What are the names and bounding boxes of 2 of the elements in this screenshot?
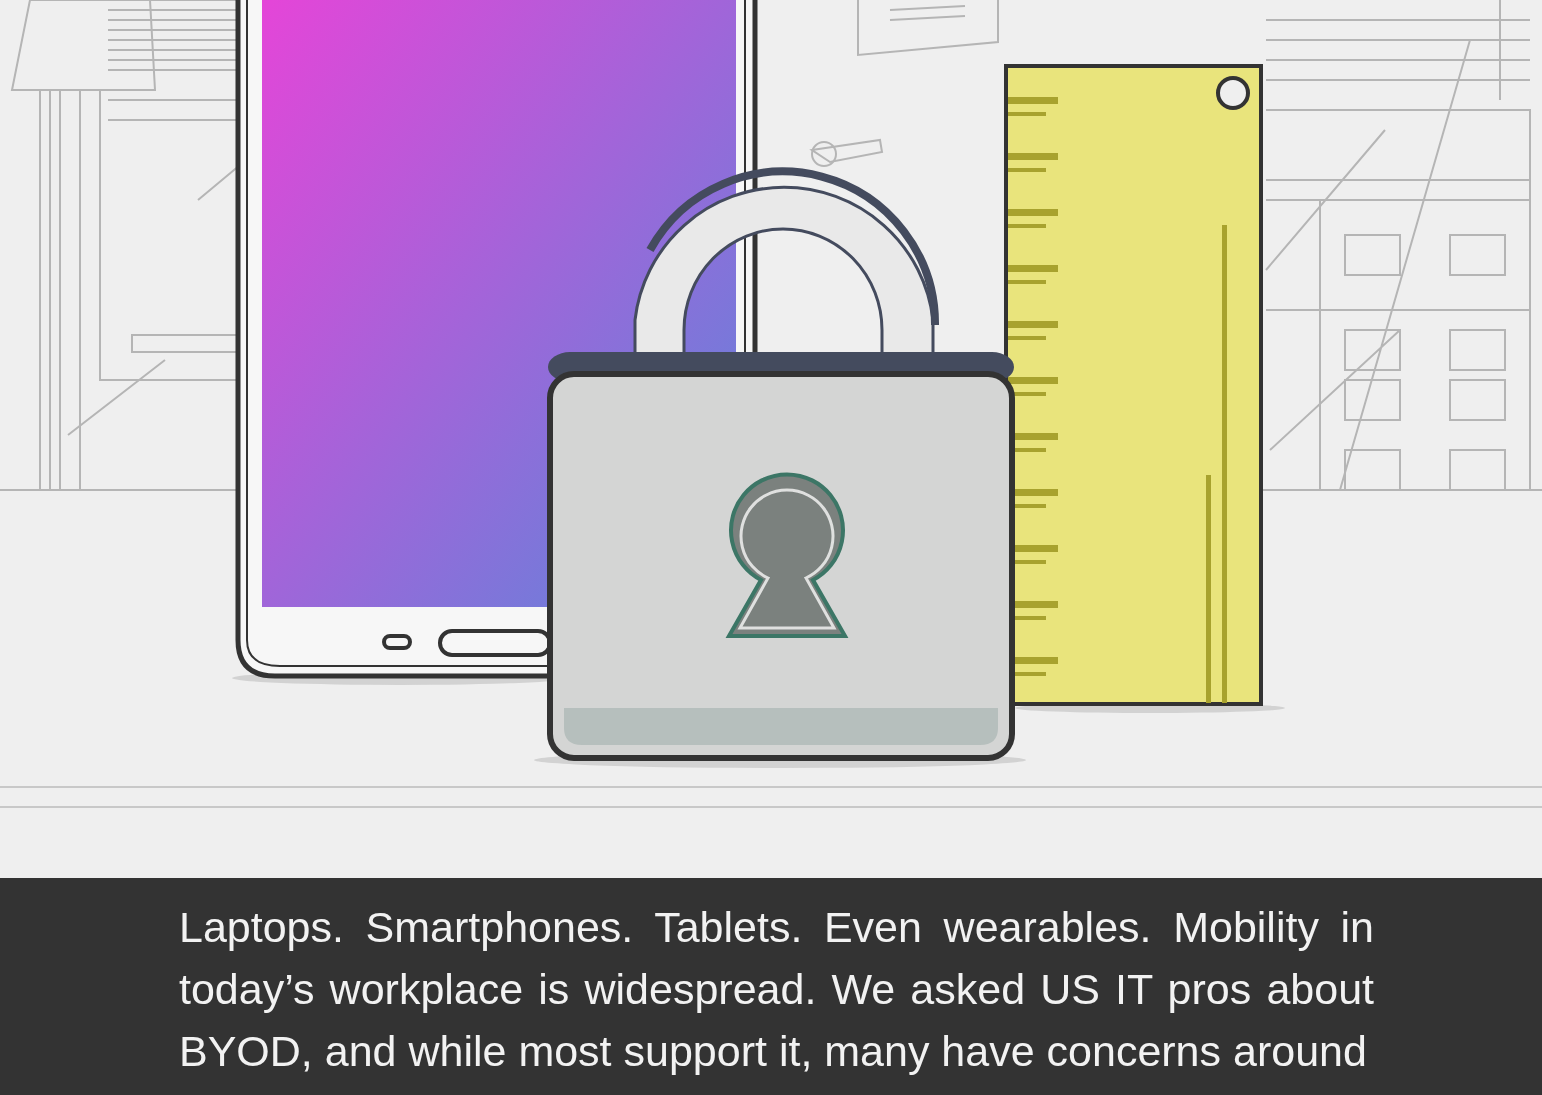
door-handle-icon <box>809 138 884 167</box>
intro-paragraph: Laptops. Smartphones. Tablets. Even wearables. Mobility in today’s workplace is widespread. We asked US IT pros about BYOD, and while most support it, many have concerns around <box>179 902 1374 1077</box>
